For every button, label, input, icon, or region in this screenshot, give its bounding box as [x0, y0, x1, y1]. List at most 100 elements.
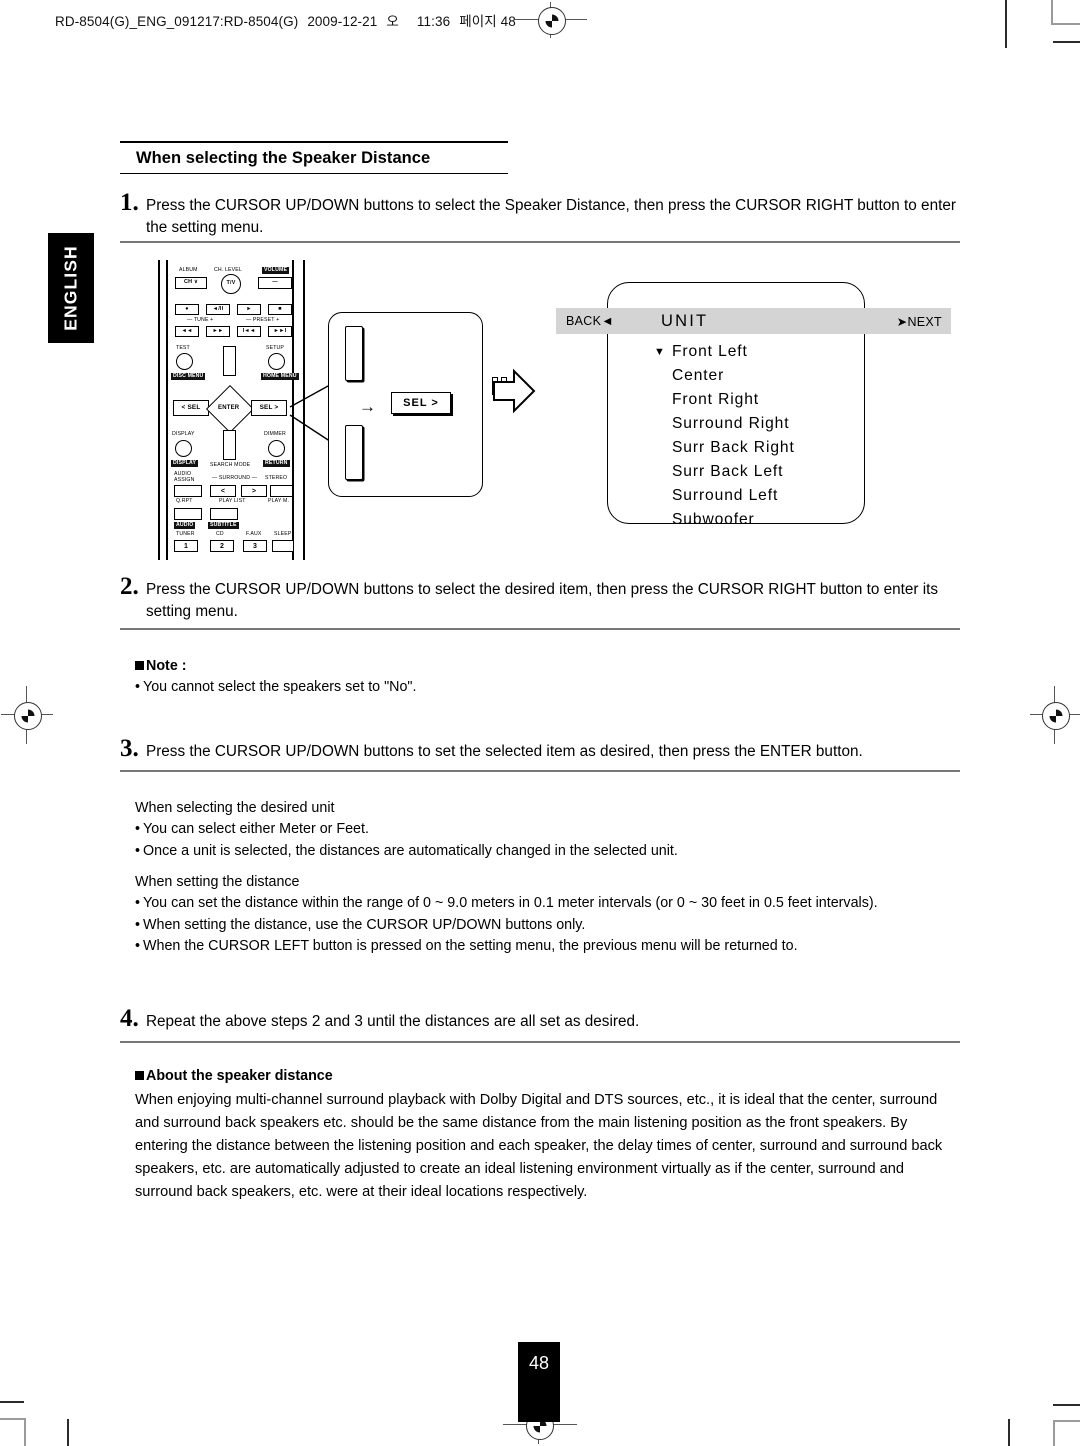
osd-speaker-list: ▼ Front Left Center Front Right Surround …	[654, 340, 864, 532]
remote-button-sel-left[interactable]: < SEL	[173, 400, 209, 416]
note-block: Note : • You cannot select the speakers s…	[135, 656, 955, 699]
dot-bullet-icon: •	[135, 895, 141, 912]
crop-mark-bottom-left-horizontal	[0, 1401, 24, 1403]
osd-next-button[interactable]: ➤NEXT	[897, 314, 942, 329]
remote-button-subtitle[interactable]	[210, 508, 238, 520]
remote-button-stereo[interactable]	[270, 485, 293, 497]
about-speaker-distance-block: About the speaker distance When enjoying…	[135, 1066, 963, 1203]
osd-item-label: Front Left	[672, 343, 748, 360]
dot-bullet-icon: •	[135, 679, 141, 696]
remote-button-ch-down[interactable]: CH ∨	[175, 277, 207, 289]
osd-item-label: Subwoofer	[672, 511, 755, 528]
trim-mark-bottom-left-vertical	[24, 1418, 26, 1446]
setting-distance-bullet-3-text: When the CURSOR LEFT button is pressed o…	[143, 937, 798, 954]
trim-mark-top-right-vertical	[1051, 0, 1053, 25]
language-side-tab: ENGLISH	[48, 233, 94, 343]
zoom-cursor-up-key[interactable]	[345, 326, 363, 381]
zoom-sel-right-button[interactable]: SEL >	[391, 392, 451, 414]
remote-button-enter-label: ENTER	[218, 405, 240, 411]
osd-list-item-surr-back-left[interactable]: Surr Back Left	[654, 460, 864, 484]
osd-list-item-surround-left[interactable]: Surround Left	[654, 484, 864, 508]
dot-bullet-icon: •	[135, 937, 141, 954]
remote-button-tv[interactable]: T/V	[221, 274, 241, 294]
caret-down-icon: ▼	[654, 346, 666, 358]
trim-mark-bottom-right-vertical	[1053, 1420, 1055, 1446]
remote-button-3[interactable]: 3	[243, 540, 267, 552]
remote-label-disc-menu: DISC MENU	[171, 373, 206, 381]
remote-label-audio-assign: AUDIO ASSIGN	[174, 471, 195, 483]
remote-button-sel-right[interactable]: SEL >	[251, 400, 287, 416]
crop-mark-bottom-right-horizontal	[1053, 1404, 1080, 1406]
osd-list-item-surr-back-right[interactable]: Surr Back Right	[654, 436, 864, 460]
remote-button-test[interactable]	[176, 353, 193, 370]
remote-label-preset: — PRESET +	[246, 317, 280, 323]
osd-item-label: Center	[672, 367, 725, 384]
remote-button-surround-left[interactable]: <	[210, 485, 236, 497]
remote-label-tune: — TUNE +	[187, 317, 214, 323]
step-1-text: Press the CURSOR UP/DOWN buttons to sele…	[146, 197, 956, 236]
remote-button-fast-forward[interactable]: ►►	[206, 326, 230, 337]
remote-label-display-box: DISPLAY	[171, 460, 199, 468]
setting-distance-bullet-1-text: You can set the distance within the rang…	[143, 895, 878, 912]
remote-label-tuner: TUNER	[176, 531, 195, 537]
remote-cursor-down[interactable]	[223, 430, 236, 460]
crop-mark-top-right-horizontal	[1053, 41, 1080, 43]
remote-button-stop[interactable]: ■	[268, 304, 292, 315]
remote-cursor-up[interactable]	[223, 346, 236, 376]
step-2-number: 2.	[120, 573, 139, 600]
print-header-ampm: 오	[386, 14, 399, 29]
osd-list-item-front-left[interactable]: ▼ Front Left	[654, 340, 864, 364]
osd-item-label: Surr Back Right	[672, 439, 795, 456]
osd-item-label: Front Right	[672, 391, 760, 408]
remote-button-volume-minus[interactable]: —	[258, 277, 292, 289]
osd-list-item-subwoofer[interactable]: Subwoofer	[654, 508, 864, 532]
remote-label-volume: VOLUME	[262, 267, 290, 275]
remote-label-play-m: PLAY M.	[268, 498, 290, 504]
remote-button-sleep[interactable]	[272, 540, 294, 552]
remote-button-2[interactable]: 2	[210, 540, 234, 552]
remote-button-play-pause[interactable]: ◄/II	[206, 304, 230, 315]
setting-distance-bullet-3: • When the CURSOR LEFT button is pressed …	[135, 936, 965, 957]
step-3: 3. Press the CURSOR UP/DOWN buttons to s…	[120, 736, 960, 763]
language-side-tab-label: ENGLISH	[60, 245, 81, 331]
remote-button-1[interactable]: 1	[174, 540, 198, 552]
osd-list-item-front-right[interactable]: Front Right	[654, 388, 864, 412]
remote-label-test: TEST	[176, 345, 190, 351]
selecting-unit-bullet-2-text: Once a unit is selected, the distances a…	[143, 842, 678, 859]
step-3-text: Press the CURSOR UP/DOWN buttons to set …	[146, 743, 863, 760]
zoom-cursor-down-key[interactable]	[345, 425, 363, 480]
osd-list-item-center[interactable]: Center	[654, 364, 864, 388]
remote-button-display[interactable]	[175, 440, 192, 457]
dot-bullet-icon: •	[135, 821, 141, 838]
osd-item-label: Surr Back Left	[672, 463, 784, 480]
osd-back-label: BACK	[566, 314, 602, 328]
setting-distance-bullet-2: • When setting the distance, use the CURS…	[135, 915, 965, 936]
figure-remote-and-osd: ALBUM CH. LEVEL VOLUME CH ∨ T/V — ● ◄/II…	[120, 255, 960, 560]
step-2: 2. Press the CURSOR UP/DOWN buttons to s…	[120, 573, 960, 622]
remote-button-record[interactable]: ●	[175, 304, 199, 315]
section-title-block: When selecting the Speaker Distance	[120, 141, 508, 175]
remote-button-setup[interactable]	[268, 353, 285, 370]
trim-mark-bottom-right-horizontal	[1053, 1420, 1080, 1422]
remote-button-dimmer[interactable]	[268, 440, 285, 457]
remote-button-play[interactable]: ►	[237, 304, 261, 315]
remote-button-rewind[interactable]: ◄◄	[175, 326, 199, 337]
step-2-text: Press the CURSOR UP/DOWN buttons to sele…	[146, 581, 939, 620]
remote-button-previous[interactable]: I◄◄	[237, 326, 261, 337]
selecting-unit-bullet-2: • Once a unit is selected, the distances …	[135, 841, 960, 862]
remote-button-audio-assign[interactable]	[174, 485, 202, 497]
selecting-unit-bullet-1: • You can select either Meter or Feet.	[135, 819, 960, 840]
osd-back-button[interactable]: BACK◄	[566, 314, 614, 328]
remote-label-return-box: RETURN	[263, 460, 290, 468]
step-4: 4. Repeat the above steps 2 and 3 until …	[120, 1006, 960, 1033]
remote-button-surround-right[interactable]: >	[241, 485, 267, 497]
print-header-time: 11:36	[416, 14, 451, 29]
remote-label-setup: SETUP	[266, 345, 285, 351]
page-number: 48	[528, 1353, 550, 1373]
remote-button-audio[interactable]	[174, 508, 202, 520]
remote-label-stereo: STEREO	[265, 475, 288, 481]
osd-list-item-surround-right[interactable]: Surround Right	[654, 412, 864, 436]
dot-bullet-icon: •	[135, 842, 141, 859]
registration-mark-top	[538, 7, 566, 35]
note-heading-label: Note :	[146, 658, 187, 674]
